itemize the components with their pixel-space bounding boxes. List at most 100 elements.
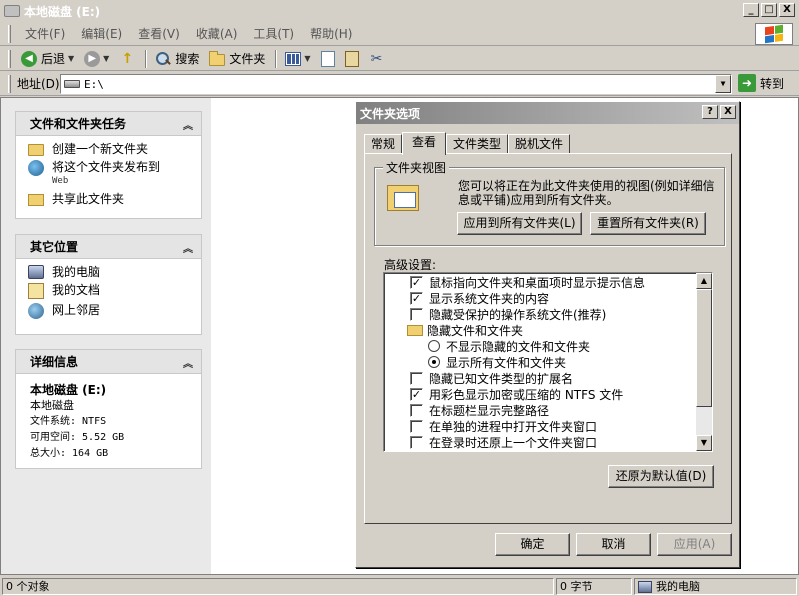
checkbox[interactable]: ✓ [410,291,423,305]
setting-label: 在标题栏显示完整路径 [429,403,550,418]
minimize-button[interactable]: _ [743,3,759,17]
setting-label: 用彩色显示加密或压缩的 NTFS 文件 [429,387,624,402]
address-input[interactable]: E:\ ▼ [60,74,732,94]
go-button[interactable]: ➜ 转到 [738,74,784,92]
reset-all-folders-button[interactable]: 重置所有文件夹(R) [590,212,706,235]
dialog-close-button[interactable]: X [720,105,736,119]
setting-row[interactable]: 不显示隐藏的文件和文件夹 [428,338,590,354]
toolbar-grip[interactable] [8,49,11,68]
copy-icon [320,50,335,67]
collapse-chevron-icon[interactable]: ︽ [183,117,193,132]
menu-view[interactable]: 查看(V) [132,23,186,44]
checkbox[interactable] [410,371,423,385]
folders-button[interactable]: 文件夹 [205,49,269,69]
place-label: 我的文档 [52,283,101,297]
scroll-up-button[interactable]: ▲ [696,273,712,289]
setting-row[interactable]: ✓ 显示系统文件夹的内容 [410,290,549,306]
checkbox[interactable]: ✓ [410,275,423,289]
task-label: 创建一个新文件夹 [52,142,149,156]
views-button[interactable]: ▼ [281,49,314,69]
forward-dropdown-icon[interactable]: ▼ [103,54,109,63]
search-label: 搜索 [175,52,200,66]
advanced-settings-list[interactable]: ✓ 鼠标指向文件夹和桌面项时显示提示信息 ✓ 显示系统文件夹的内容 隐藏受保护的… [383,272,713,452]
dialog-help-button[interactable]: ? [702,105,718,119]
radio-button[interactable] [428,356,440,368]
file-tasks-header[interactable]: 文件和文件夹任务 ︽ [16,112,201,136]
status-zone: 我的电脑 [634,578,797,595]
dialog-title-bar[interactable]: 文件夹选项 ? X [356,102,739,124]
title-bar[interactable]: 本地磁盘 (E:) _ □ X [0,0,799,22]
apply-to-all-folders-button[interactable]: 应用到所有文件夹(L) [457,212,582,235]
details-total-size: 总大小: 164 GB [30,448,109,459]
menu-tools[interactable]: 工具(T) [247,23,300,44]
close-button[interactable]: X [779,3,795,17]
other-places-header[interactable]: 其它位置 ︽ [16,235,201,259]
menu-favorites[interactable]: 收藏(A) [190,23,244,44]
task-new-folder[interactable]: 创建一个新文件夹 [28,142,193,156]
setting-group-row: 隐藏文件和文件夹 [407,322,523,338]
menu-file[interactable]: 文件(F) [19,23,71,44]
task-share-folder[interactable]: 共享此文件夹 [28,192,193,206]
status-object-count: 0 个对象 [2,578,554,595]
tab-general[interactable]: 常规 [364,134,403,154]
place-my-documents[interactable]: 我的文档 [28,283,193,299]
place-network[interactable]: 网上邻居 [28,303,193,319]
setting-row[interactable]: 在单独的进程中打开文件夹窗口 [410,418,597,434]
scroll-down-button[interactable]: ▼ [696,435,712,451]
address-dropdown-button[interactable]: ▼ [715,75,731,93]
up-button[interactable]: ↑ [115,49,139,69]
tab-offline-files[interactable]: 脱机文件 [508,134,571,154]
setting-row[interactable]: 显示所有文件和文件夹 [428,354,566,370]
settings-scrollbar[interactable]: ▲ ▼ [696,273,712,451]
back-button[interactable]: ◀ 后退 ▼ [17,49,78,69]
setting-row[interactable]: 在登录时还原上一个文件夹窗口 [410,434,597,450]
views-dropdown-icon[interactable]: ▼ [304,54,310,63]
maximize-button[interactable]: □ [761,3,777,17]
checkbox[interactable] [410,403,423,417]
share-folder-icon [28,194,44,206]
menu-grip[interactable] [8,24,11,43]
details-free-space: 可用空间: 5.52 GB [30,432,125,443]
apply-button[interactable]: 应用(A) [657,533,732,556]
tab-file-types[interactable]: 文件类型 [446,134,509,154]
copy-to-button[interactable] [317,49,339,69]
back-dropdown-icon[interactable]: ▼ [68,54,74,63]
cut-button[interactable]: ✂ [365,49,389,69]
collapse-chevron-icon[interactable]: ︽ [183,240,193,255]
task-publish-web[interactable]: 将这个文件夹发布到 Web [28,160,193,188]
tab-view[interactable]: 查看 [402,132,447,155]
checkbox[interactable] [410,435,423,449]
dialog-tabs: 常规 查看 文件类型 脱机文件 [364,132,571,155]
details-header[interactable]: 详细信息 ︽ [16,350,201,374]
dialog-title: 文件夹选项 [360,106,421,121]
restore-defaults-button[interactable]: 还原为默认值(D) [608,465,714,488]
setting-row[interactable]: 隐藏已知文件类型的扩展名 [410,370,573,386]
checkbox[interactable]: ✓ [410,387,423,401]
file-tasks-panel: 文件和文件夹任务 ︽ 创建一个新文件夹 将这个文件夹发布到 Web 共享此文件夹 [15,111,202,219]
setting-label: 隐藏已知文件类型的扩展名 [429,371,574,386]
menu-help[interactable]: 帮助(H) [304,23,358,44]
place-my-computer[interactable]: 我的电脑 [28,265,193,279]
forward-button[interactable]: ▶ ▼ [80,49,113,69]
go-label: 转到 [760,76,785,91]
new-folder-icon [28,144,44,156]
cancel-button[interactable]: 取消 [576,533,651,556]
setting-row[interactable]: 隐藏受保护的操作系统文件(推荐) [410,306,606,322]
setting-row[interactable]: ✓ 用彩色显示加密或压缩的 NTFS 文件 [410,386,623,402]
collapse-chevron-icon[interactable]: ︽ [183,355,193,370]
radio-button[interactable] [428,340,440,352]
address-grip[interactable] [8,74,11,93]
setting-row[interactable]: 在标题栏显示完整路径 [410,402,549,418]
checkbox[interactable] [410,419,423,433]
menu-edit[interactable]: 编辑(E) [75,23,128,44]
task-label-main: 将这个文件夹发布到 [52,160,161,174]
back-arrow-icon: ◀ [21,50,37,67]
folder-options-dialog: 文件夹选项 ? X 常规 查看 文件类型 脱机文件 文件夹视图 您可以将正在为此… [355,101,740,568]
status-bar: 0 个对象 0 字节 我的电脑 [0,576,799,596]
ok-button[interactable]: 确定 [495,533,570,556]
scroll-thumb[interactable] [696,289,712,407]
checkbox[interactable] [410,307,423,321]
paste-button[interactable] [341,49,363,69]
search-button[interactable]: 搜索 [151,49,203,69]
setting-row[interactable]: ✓ 鼠标指向文件夹和桌面项时显示提示信息 [410,274,645,290]
